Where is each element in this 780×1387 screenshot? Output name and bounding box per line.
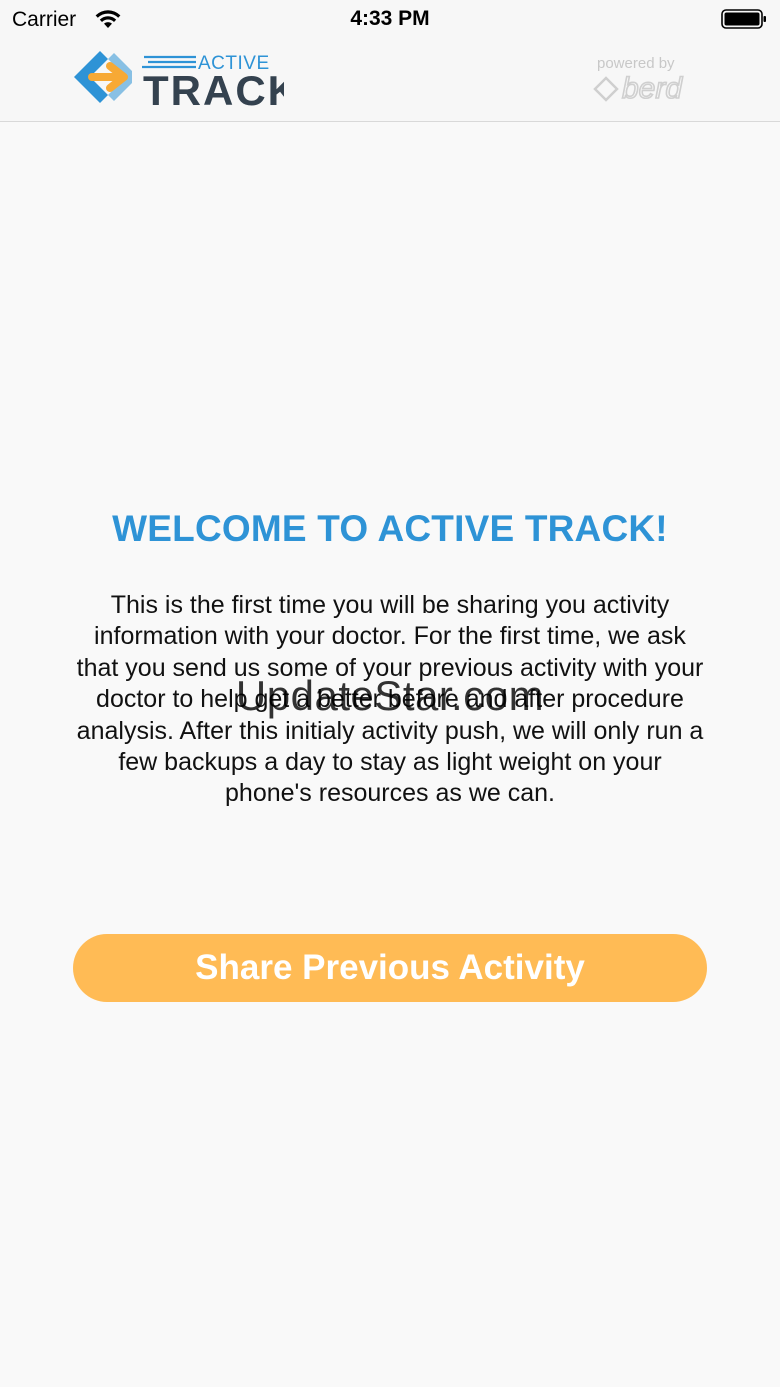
powered-by-text: powered by	[597, 55, 675, 72]
intro-message: This is the first time you will be shari…	[76, 591, 704, 808]
brand-bottom-text: TRACK	[143, 67, 284, 114]
share-previous-activity-button[interactable]: Share Previous Activity	[73, 934, 707, 1002]
logo-mark-icon	[74, 51, 132, 103]
clock: 4:33 PM	[350, 7, 430, 30]
status-bar: Carrier 4:33 PM	[0, 0, 780, 42]
partner-mark-icon	[593, 76, 619, 102]
partner-name-text: berd	[622, 72, 683, 105]
active-track-logo: ACTIVE TRACK	[74, 51, 284, 114]
welcome-title: WELCOME TO ACTIVE TRACK!	[112, 508, 668, 549]
battery-icon	[721, 9, 766, 29]
nav-bar: ACTIVE TRACK powered by berd	[0, 42, 780, 122]
powered-by-logo: powered by berd	[593, 55, 684, 106]
